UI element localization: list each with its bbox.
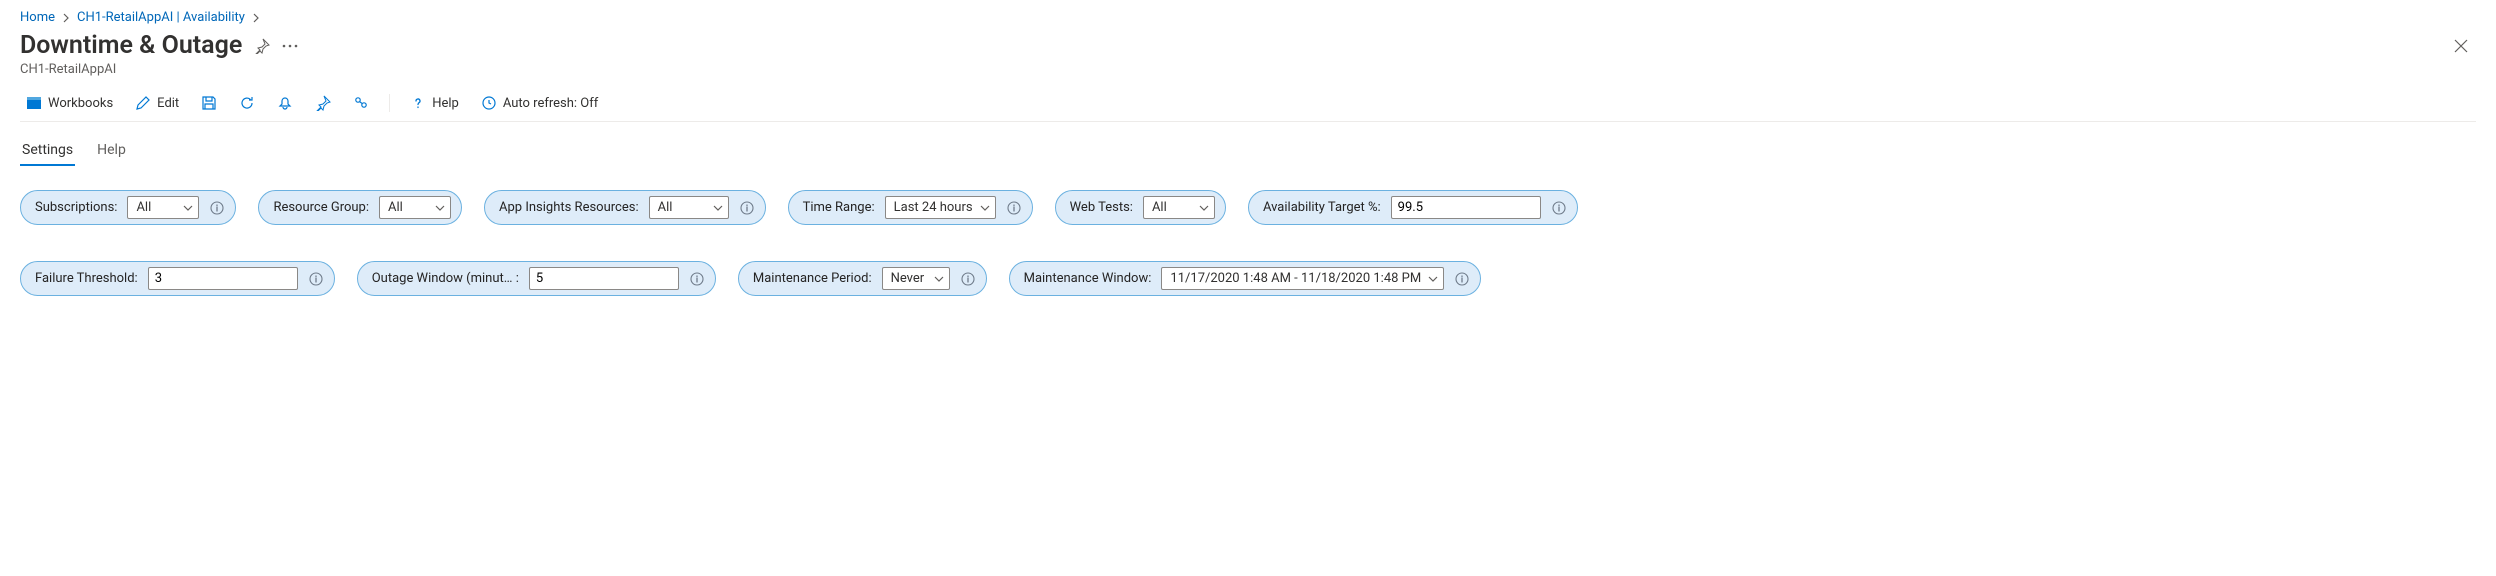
title-bar: Downtime & Outage [20,31,2476,60]
breadcrumb-parent[interactable]: CH1-RetailAppAI | Availability [77,10,245,25]
help-icon [410,95,426,111]
info-icon[interactable] [689,271,705,287]
param-label: Outage Window (minut… : [372,271,519,286]
param-label: App Insights Resources: [499,200,639,215]
param-outage-window: Outage Window (minut… : [357,261,716,296]
param-label: Web Tests: [1070,200,1133,215]
close-icon[interactable] [2446,35,2476,57]
param-label: Time Range: [803,200,875,215]
breadcrumb: Home CH1-RetailAppAI | Availability [20,10,2476,25]
info-icon[interactable] [1006,200,1022,216]
maintenance-period-dropdown[interactable]: Never [882,267,950,290]
dropdown-value: 11/17/2020 1:48 AM - 11/18/2020 1:48 PM [1170,271,1421,286]
edit-label: Edit [157,96,179,111]
workbooks-icon [26,95,42,111]
time-range-dropdown[interactable]: Last 24 hours [885,196,996,219]
auto-refresh-label: Auto refresh: Off [503,96,598,111]
edit-icon [135,95,151,111]
page-title: Downtime & Outage [20,31,242,60]
refresh-icon [239,95,255,111]
outage-window-input[interactable] [529,267,679,290]
param-time-range: Time Range: Last 24 hours [788,190,1033,225]
info-icon[interactable] [739,200,755,216]
info-icon[interactable] [209,200,225,216]
param-subscriptions: Subscriptions: All [20,190,236,225]
info-icon[interactable] [1551,200,1567,216]
parameters-row-1: Subscriptions: All Resource Group: All A… [20,190,2476,225]
info-icon[interactable] [960,271,976,287]
chevron-down-icon [182,202,194,214]
parameters-row-2: Failure Threshold: Outage Window (minut…… [20,261,2476,296]
failure-threshold-input[interactable] [148,267,298,290]
dropdown-value: All [136,200,151,215]
info-icon[interactable] [1454,271,1470,287]
dropdown-value: All [1152,200,1167,215]
tab-settings[interactable]: Settings [20,136,75,166]
param-app-insights: App Insights Resources: All [484,190,766,225]
subscriptions-dropdown[interactable]: All [127,196,199,219]
save-button[interactable] [195,91,223,115]
pin-dashboard-button[interactable] [309,91,337,115]
dropdown-value: Last 24 hours [894,200,973,215]
tabs: Settings Help [20,136,2476,166]
chevron-down-icon [434,202,446,214]
alert-icon [277,95,293,111]
divider [389,94,390,112]
param-label: Subscriptions: [35,200,117,215]
workbooks-button[interactable]: Workbooks [20,91,119,115]
tab-help[interactable]: Help [95,136,128,166]
param-maintenance-period: Maintenance Period: Never [738,261,987,296]
dropdown-value: All [658,200,673,215]
param-label: Maintenance Period: [753,271,872,286]
chevron-down-icon [1198,202,1210,214]
dropdown-value: Never [891,271,925,286]
page-subtitle: CH1-RetailAppAI [20,62,2476,77]
command-bar: Workbooks Edit [20,91,2476,122]
chevron-down-icon [1427,273,1439,285]
param-resource-group: Resource Group: All [258,190,462,225]
param-failure-threshold: Failure Threshold: [20,261,335,296]
save-icon [201,95,217,111]
pin-icon [315,95,331,111]
app-insights-dropdown[interactable]: All [649,196,729,219]
web-tests-dropdown[interactable]: All [1143,196,1215,219]
workbooks-label: Workbooks [48,96,113,111]
edit-button[interactable]: Edit [129,91,185,115]
refresh-button[interactable] [233,91,261,115]
clock-icon [481,95,497,111]
share-button[interactable] [347,91,375,115]
chevron-down-icon [933,273,945,285]
alert-button[interactable] [271,91,299,115]
param-label: Resource Group: [273,200,369,215]
chevron-down-icon [712,202,724,214]
more-icon[interactable] [282,44,298,48]
help-label: Help [432,96,459,111]
param-maintenance-window: Maintenance Window: 11/17/2020 1:48 AM -… [1009,261,1482,296]
availability-target-input[interactable] [1391,196,1541,219]
pin-icon[interactable] [254,38,270,54]
param-label: Availability Target %: [1263,200,1381,215]
maintenance-window-dropdown[interactable]: 11/17/2020 1:48 AM - 11/18/2020 1:48 PM [1161,267,1444,290]
info-icon[interactable] [308,271,324,287]
param-availability-target: Availability Target %: [1248,190,1578,225]
share-icon [353,95,369,111]
chevron-down-icon [979,202,991,214]
param-web-tests: Web Tests: All [1055,190,1226,225]
auto-refresh-button[interactable]: Auto refresh: Off [475,91,604,115]
resource-group-dropdown[interactable]: All [379,196,451,219]
chevron-right-icon [61,13,71,23]
chevron-right-icon [251,13,261,23]
help-button[interactable]: Help [404,91,465,115]
dropdown-value: All [388,200,403,215]
param-label: Maintenance Window: [1024,271,1152,286]
param-label: Failure Threshold: [35,271,138,286]
breadcrumb-home[interactable]: Home [20,10,55,25]
